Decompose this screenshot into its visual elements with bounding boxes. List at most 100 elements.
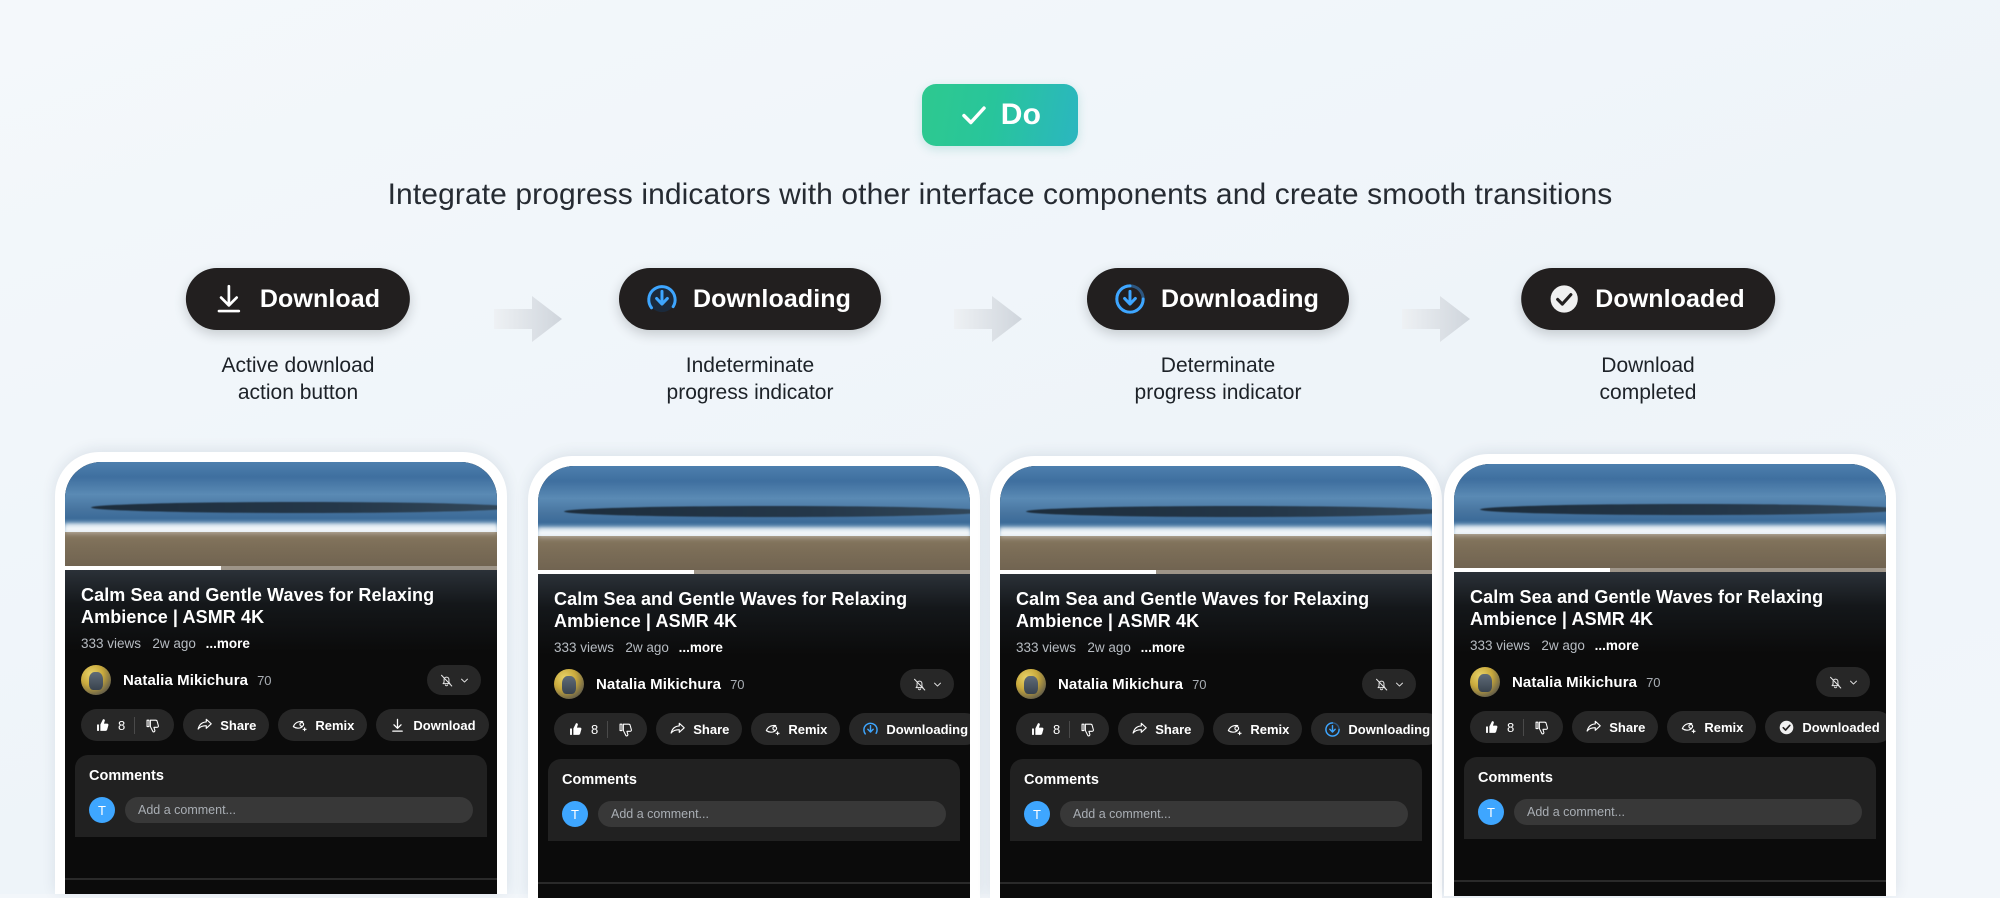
like-dislike-chip[interactable]: 8 [554,713,648,745]
pill-downloaded[interactable]: Downloaded [1521,268,1775,330]
video-stats: 333 views 2w ago ...more [554,640,954,655]
video-progress-fill [538,570,694,574]
notification-bell-button[interactable] [900,669,954,699]
channel-avatar[interactable] [554,669,584,699]
notification-bell-button[interactable] [427,665,481,695]
channel-avatar[interactable] [81,665,111,695]
share-chip[interactable]: Share [656,713,743,745]
bell-off-icon [913,678,925,690]
thumbs-down-icon [1081,723,1095,736]
like-count: 8 [118,717,126,733]
indeterminate-spinner-icon [863,722,879,735]
comments-section[interactable]: Comments T Add a comment... [1464,757,1876,839]
flow-caption-line1: Determinate [1160,354,1276,377]
channel-row: Natalia Mikichura 70 [538,655,970,699]
video-views: 333 views [1470,638,1531,653]
comment-input[interactable]: Add a comment... [598,801,946,827]
notification-bell-button[interactable] [1816,667,1870,697]
beach-sand [538,536,970,574]
comments-title: Comments [1478,770,1553,786]
remix-chip[interactable]: Remix [751,713,841,745]
remix-icon [766,724,781,735]
comments-section[interactable]: Comments T Add a comment... [75,755,487,837]
download-chip[interactable]: Downloaded [1765,711,1886,743]
share-chip[interactable]: Share [183,709,270,741]
download-chip[interactable]: Downloading [849,713,970,745]
phone-bottom-strip [65,878,497,894]
phone-bottom-strip [538,882,970,898]
notification-bell-button[interactable] [1362,669,1416,699]
channel-avatar[interactable] [1016,669,1046,699]
channel-avatar[interactable] [1470,667,1500,697]
video-more-link[interactable]: ...more [1141,640,1185,655]
download-chip[interactable]: Download [376,709,489,741]
flow-caption-line1: Download [1601,354,1695,377]
phone-bottom-strip [1000,882,1432,898]
video-more-link[interactable]: ...more [679,640,723,655]
flow-caption-line2: completed [1599,381,1697,404]
chevron-down-icon [1849,680,1857,685]
share-chip[interactable]: Share [1572,711,1659,743]
subscriber-count: 70 [1192,676,1207,692]
video-title: Calm Sea and Gentle Waves for Relaxing A… [1016,589,1370,631]
comments-section[interactable]: Comments T Add a comment... [1010,759,1422,841]
share-chip[interactable]: Share [1118,713,1205,745]
share-arrow-icon [670,722,686,734]
video-thumbnail[interactable] [1454,464,1886,572]
action-chips: 8 Share [65,695,497,741]
check-circle-icon [1780,720,1794,734]
indeterminate-spinner-icon [647,285,677,313]
chip-divider [607,720,609,738]
remix-chip[interactable]: Remix [278,709,368,741]
video-progress-fill [65,566,221,570]
flow-step-downloading-determinate: Downloading Determinate progress indicat… [1028,268,1408,406]
video-age: 2w ago [1087,640,1131,655]
channel-name[interactable]: Natalia Mikichura [596,676,721,693]
flow-step-downloading-indeterminate: Downloading Indeterminate progress indic… [560,268,940,406]
flow-caption: Indeterminate progress indicator [560,352,940,406]
download-chip-label: Download [413,717,476,733]
remix-chip[interactable]: Remix [1667,711,1757,743]
like-dislike-chip[interactable]: 8 [1016,713,1110,745]
share-label: Share [693,721,730,737]
video-more-link[interactable]: ...more [206,636,250,651]
pill-downloading-indeterminate[interactable]: Downloading [618,268,882,330]
video-more-link[interactable]: ...more [1595,638,1639,653]
comments-title: Comments [1024,772,1099,788]
like-dislike-chip[interactable]: 8 [1470,711,1564,743]
thumbs-up-icon [1486,720,1498,733]
comment-input[interactable]: Add a comment... [125,797,473,823]
flow-step-downloaded: Downloaded Download completed [1458,268,1838,406]
video-thumbnail[interactable] [1000,466,1432,574]
remix-chip[interactable]: Remix [1213,713,1303,745]
pill-downloading-determinate[interactable]: Downloading [1086,268,1350,330]
video-progress-fill [1454,568,1610,572]
check-circle-icon [1550,285,1578,313]
channel-name[interactable]: Natalia Mikichura [123,672,248,689]
phone-mockup-downloading-indeterminate: Calm Sea and Gentle Waves for Relaxing A… [528,456,980,898]
pill-download[interactable]: Download [185,268,411,330]
like-dislike-chip[interactable]: 8 [81,709,175,741]
video-stats: 333 views 2w ago ...more [81,636,481,651]
download-chip-label: Downloaded [1802,719,1880,735]
remix-label: Remix [1250,721,1290,737]
user-avatar: T [1024,801,1050,827]
video-thumbnail[interactable] [538,466,970,574]
video-thumbnail[interactable] [65,462,497,570]
beach-sand [1454,534,1886,572]
phone-screen: Calm Sea and Gentle Waves for Relaxing A… [1000,466,1432,898]
comment-input[interactable]: Add a comment... [1060,801,1408,827]
video-age: 2w ago [1541,638,1585,653]
remix-icon [1682,722,1697,733]
subscriber-count: 70 [730,676,745,692]
phone-screen: Calm Sea and Gentle Waves for Relaxing A… [65,462,497,894]
channel-name[interactable]: Natalia Mikichura [1058,676,1183,693]
download-chip[interactable]: Downloading [1311,713,1432,745]
comments-section[interactable]: Comments T Add a comment... [548,759,960,841]
beach-sand [65,532,497,570]
chip-divider [1069,720,1071,738]
comment-input[interactable]: Add a comment... [1514,799,1862,825]
video-views: 333 views [1016,640,1077,655]
channel-name[interactable]: Natalia Mikichura [1512,674,1637,691]
video-age: 2w ago [152,636,196,651]
